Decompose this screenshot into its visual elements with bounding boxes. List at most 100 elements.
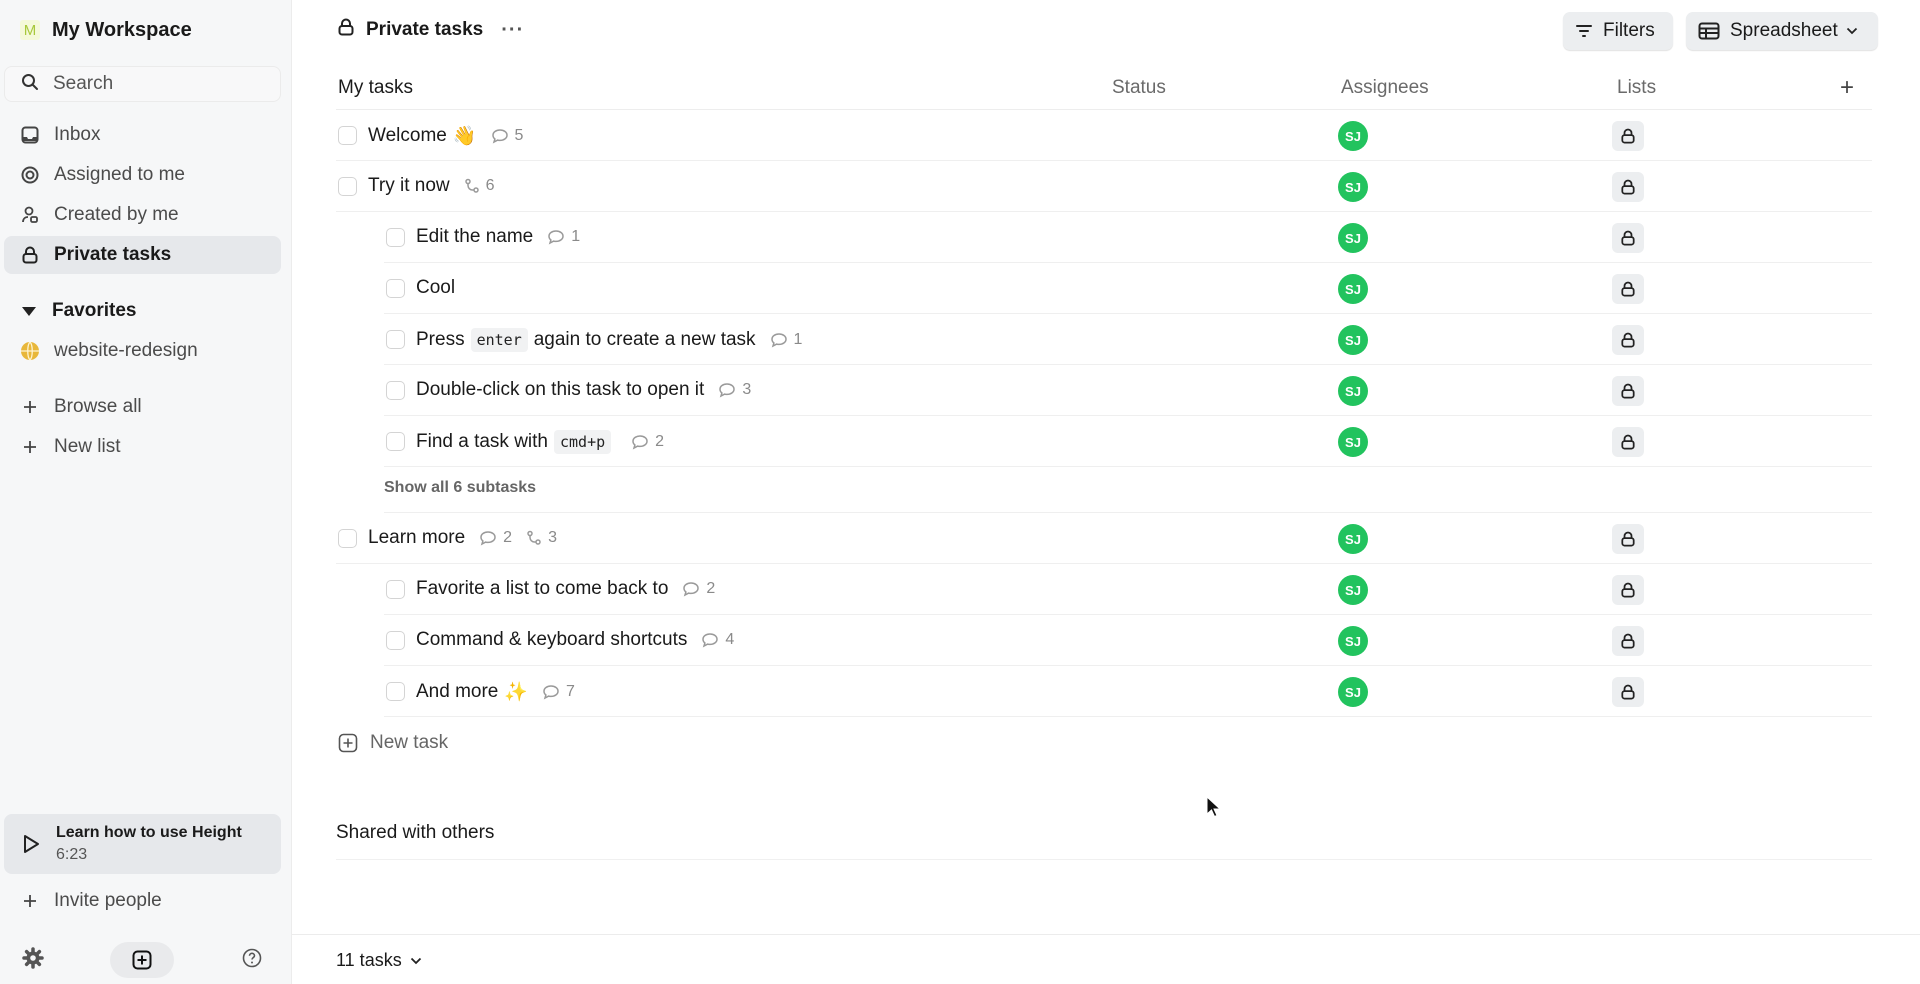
subtask-count[interactable]: 6 (464, 177, 495, 195)
column-header-assignees[interactable]: Assignees (1341, 77, 1429, 99)
column-header-lists[interactable]: Lists (1617, 77, 1656, 99)
comment-count[interactable]: 1 (770, 331, 802, 349)
assignee-avatar[interactable]: SJ (1338, 376, 1368, 406)
list-lock-badge[interactable] (1612, 427, 1644, 457)
show-all-subtasks-link[interactable]: Show all 6 subtasks (384, 479, 536, 497)
assignee-avatar[interactable]: SJ (1338, 626, 1368, 656)
task-checkbox[interactable] (338, 529, 357, 548)
task-row[interactable]: Learn more 2 3 SJ (336, 513, 1872, 564)
task-title[interactable]: Learn more 2 3 (368, 527, 557, 549)
comment-count-value: 1 (571, 228, 581, 245)
subtask-row[interactable]: Edit the name 1 SJ (384, 212, 1872, 263)
new-task-button[interactable]: New task (336, 717, 1872, 769)
assignee-avatar[interactable]: SJ (1338, 524, 1368, 554)
sidebar-item-private-tasks[interactable]: Private tasks (4, 236, 281, 274)
assignee-avatar[interactable]: SJ (1338, 274, 1368, 304)
sidebar-item-created[interactable]: Created by me (4, 196, 281, 234)
chevron-down-icon (1846, 27, 1858, 35)
assignee-avatar[interactable]: SJ (1338, 223, 1368, 253)
assignee-avatar[interactable]: SJ (1338, 121, 1368, 151)
filters-button[interactable]: Filters (1563, 12, 1673, 50)
task-title[interactable]: Find a task with cmd+p 2 (416, 430, 664, 454)
subtask-count[interactable]: 3 (526, 529, 557, 547)
workspace-switcher[interactable]: M My Workspace (0, 0, 291, 60)
subtask-row[interactable]: Favorite a list to come back to 2 SJ (384, 564, 1872, 615)
task-title[interactable]: Edit the name 1 (416, 226, 580, 248)
assignee-avatar[interactable]: SJ (1338, 677, 1368, 707)
task-row[interactable]: Try it now 6 SJ (336, 161, 1872, 212)
subtask-row[interactable]: Cool SJ (384, 263, 1872, 314)
new-list-button[interactable]: New list (4, 428, 281, 466)
task-checkbox[interactable] (386, 580, 405, 599)
create-task-button[interactable] (110, 942, 174, 978)
assignee-avatar[interactable]: SJ (1338, 575, 1368, 605)
comment-count[interactable]: 2 (682, 580, 715, 598)
task-title[interactable]: And more ✨ 7 (416, 680, 575, 704)
task-title[interactable]: Favorite a list to come back to 2 (416, 578, 715, 600)
task-checkbox[interactable] (386, 279, 405, 298)
list-lock-badge[interactable] (1612, 121, 1644, 151)
list-lock-badge[interactable] (1612, 223, 1644, 253)
subtask-row[interactable]: And more ✨ 7 SJ (384, 666, 1872, 717)
comment-count-value: 2 (706, 580, 716, 597)
search-input[interactable]: Search (4, 66, 281, 102)
favorites-toggle[interactable]: Favorites (0, 292, 291, 330)
task-checkbox[interactable] (386, 228, 405, 247)
list-lock-badge[interactable] (1612, 172, 1644, 202)
browse-all-button[interactable]: Browse all (4, 388, 281, 426)
task-checkbox[interactable] (386, 330, 405, 349)
task-title[interactable]: Cool (416, 277, 455, 299)
sidebar-item-website-redesign[interactable]: website-redesign (4, 332, 281, 370)
view-selector[interactable]: Spreadsheet (1686, 12, 1878, 50)
assignee-avatar[interactable]: SJ (1338, 427, 1368, 457)
subtask-row[interactable]: Double-click on this task to open it 3 SJ (384, 365, 1872, 416)
assignee-avatar[interactable]: SJ (1338, 172, 1368, 202)
task-checkbox[interactable] (386, 682, 405, 701)
subtask-row[interactable]: Press enter again to create a new task 1 SJ (384, 314, 1872, 365)
view-label: Spreadsheet (1730, 20, 1838, 41)
play-icon (22, 834, 40, 854)
task-count-dropdown[interactable]: 11 tasks (336, 950, 422, 971)
list-lock-badge[interactable] (1612, 274, 1644, 304)
shared-section-header[interactable]: Shared with others (336, 818, 1872, 860)
task-row[interactable]: Welcome 👋 5 SJ (336, 110, 1872, 161)
task-title[interactable]: Press enter again to create a new task 1 (416, 328, 802, 352)
sidebar-item-inbox[interactable]: Inbox (4, 116, 281, 154)
add-column-button[interactable]: + (1840, 74, 1854, 102)
comment-count[interactable]: 7 (542, 683, 575, 701)
task-title[interactable]: Welcome 👋 5 (368, 124, 523, 148)
more-options-button[interactable]: ··· (501, 19, 524, 42)
settings-gear-icon[interactable] (22, 946, 44, 974)
sidebar-item-assigned[interactable]: Assigned to me (4, 156, 281, 194)
task-checkbox[interactable] (386, 631, 405, 650)
help-icon[interactable] (242, 948, 262, 973)
invite-people-button[interactable]: Invite people (4, 882, 281, 920)
assignee-avatar[interactable]: SJ (1338, 325, 1368, 355)
column-header-status[interactable]: Status (1112, 77, 1166, 99)
comment-count[interactable]: 2 (631, 433, 664, 451)
list-lock-badge[interactable] (1612, 626, 1644, 656)
task-title[interactable]: Double-click on this task to open it 3 (416, 379, 751, 401)
comment-count[interactable]: 2 (479, 529, 512, 547)
learn-video-card[interactable]: Learn how to use Height 6:23 (4, 814, 281, 874)
list-lock-badge[interactable] (1612, 677, 1644, 707)
subtask-row[interactable]: Command & keyboard shortcuts 4 SJ (384, 615, 1872, 666)
subtask-row[interactable]: Find a task with cmd+p 2 SJ (384, 416, 1872, 467)
task-checkbox[interactable] (338, 126, 357, 145)
task-checkbox[interactable] (338, 177, 357, 196)
task-checkbox[interactable] (386, 381, 405, 400)
list-lock-badge[interactable] (1612, 524, 1644, 554)
new-task-label: New task (370, 732, 449, 753)
comment-count[interactable]: 1 (547, 228, 580, 246)
task-title[interactable]: Try it now 6 (368, 175, 495, 197)
list-lock-badge[interactable] (1612, 376, 1644, 406)
comment-count[interactable]: 3 (718, 381, 751, 399)
list-lock-badge[interactable] (1612, 325, 1644, 355)
list-lock-badge[interactable] (1612, 575, 1644, 605)
comment-count[interactable]: 4 (701, 631, 734, 649)
comment-icon (682, 581, 706, 597)
column-header-name[interactable]: My tasks (338, 77, 413, 99)
task-checkbox[interactable] (386, 432, 405, 451)
comment-count[interactable]: 5 (491, 127, 523, 145)
task-title[interactable]: Command & keyboard shortcuts 4 (416, 629, 734, 651)
